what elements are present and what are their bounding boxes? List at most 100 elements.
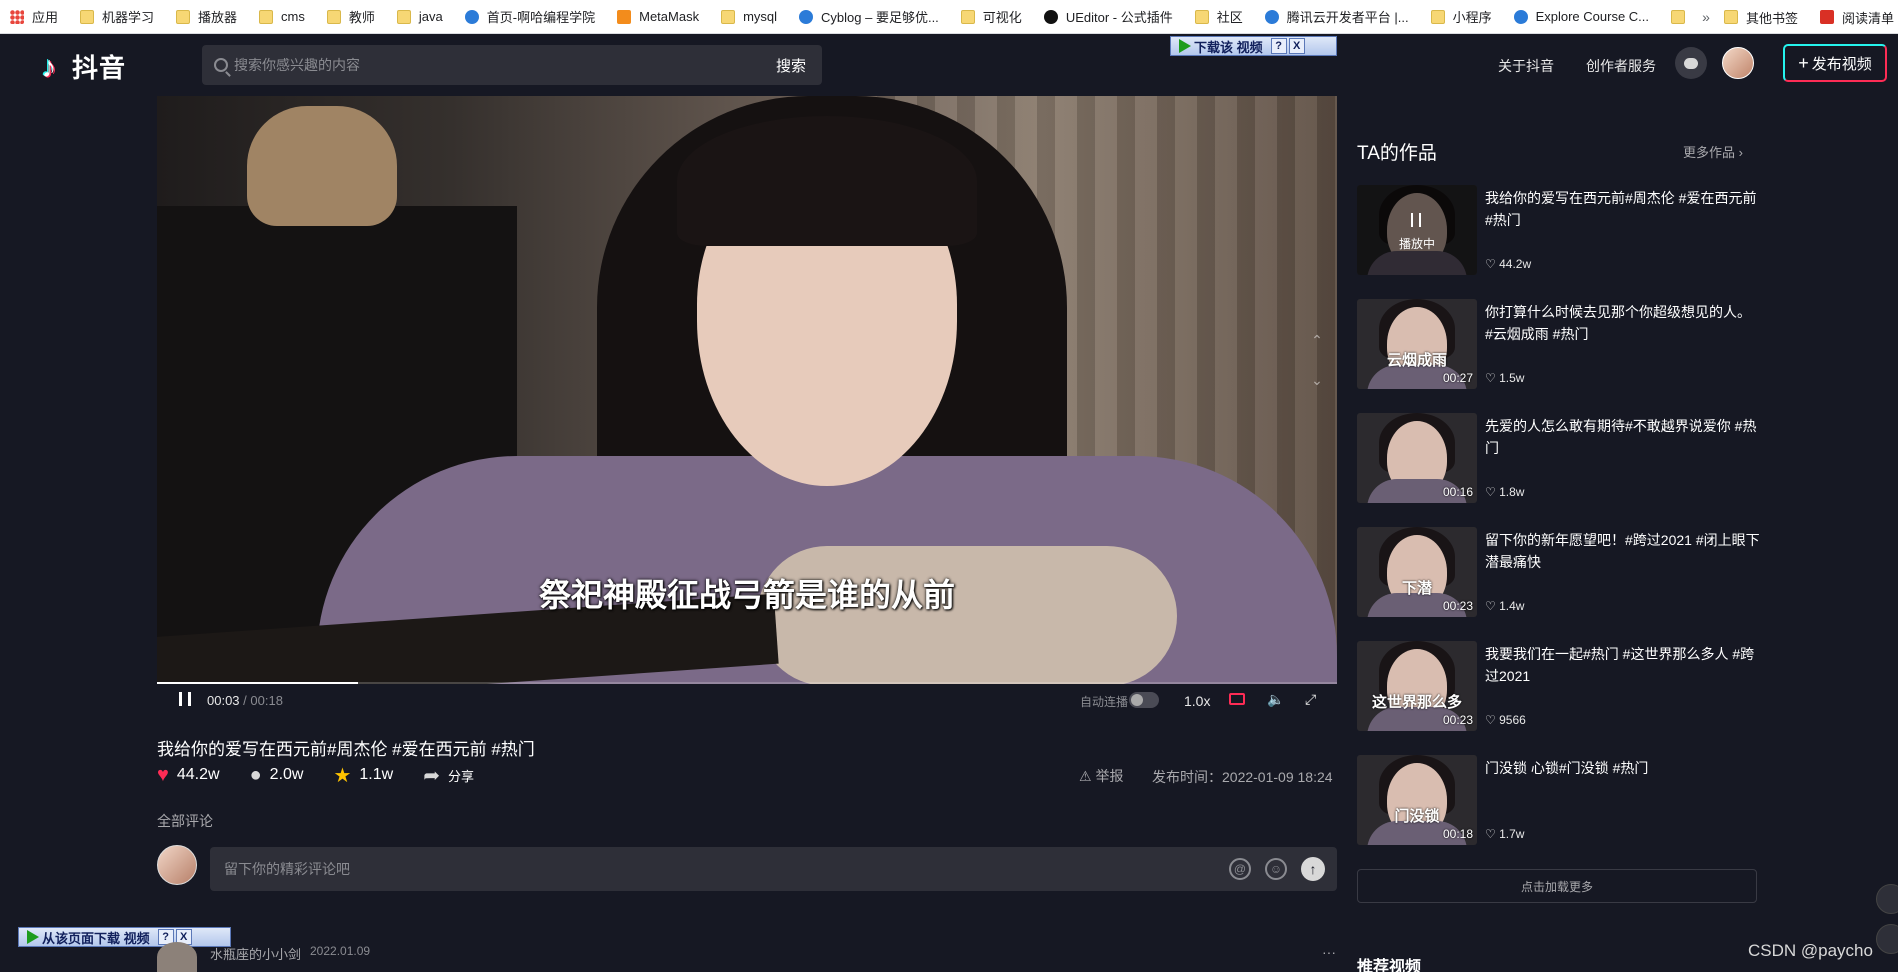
more-works-label: 更多作品 bbox=[1683, 145, 1736, 160]
bookmark-item[interactable]: 可视化 bbox=[960, 7, 1022, 26]
picture-in-picture-icon[interactable] bbox=[1229, 693, 1245, 705]
work-thumbnail[interactable]: 这世界那么多 00:23 bbox=[1357, 641, 1477, 731]
autoplay-toggle[interactable] bbox=[1129, 692, 1159, 708]
bookmark-item[interactable]: UEditor - 公式插件 bbox=[1043, 7, 1173, 26]
bookmarks-overflow-icon[interactable]: » bbox=[1702, 9, 1710, 25]
other-bookmarks-label: 其他书签 bbox=[1745, 10, 1798, 26]
report-button[interactable]: ⚠ 举报 bbox=[1079, 766, 1123, 786]
work-title[interactable]: 我要我们在一起#热门 #这世界那么多人 #跨过2021 bbox=[1485, 643, 1760, 687]
bookmark-item[interactable]: 社区 bbox=[1194, 7, 1243, 26]
playing-icon bbox=[1411, 213, 1421, 227]
video-duration: 00:27 bbox=[1442, 371, 1473, 385]
bookmark-item[interactable]: 小程序 bbox=[1430, 7, 1492, 26]
bookmark-item[interactable]: Cyblog – 要足够优... bbox=[799, 7, 939, 26]
emoji-icon[interactable]: ☺ bbox=[1265, 858, 1287, 880]
comment-more-icon[interactable]: ··· bbox=[1322, 944, 1336, 960]
prev-video-icon[interactable]: ⌃ bbox=[1307, 332, 1327, 352]
side-float-button[interactable] bbox=[1876, 884, 1898, 914]
work-item[interactable]: 这世界那么多 00:23 我要我们在一起#热门 #这世界那么多人 #跨过2021 ♡ … bbox=[1357, 641, 1757, 755]
bookmark-item[interactable]: java bbox=[396, 9, 443, 24]
video-player[interactable]: 祭祀神殿征战弓箭是谁的从前 ⌃ ⌄ bbox=[157, 96, 1337, 684]
work-item[interactable]: 播放中 我给你的爱写在西元前#周杰伦 #爱在西元前 #热门 ♡ 44.2w bbox=[1357, 185, 1757, 299]
comment-input[interactable] bbox=[224, 861, 1229, 877]
work-item[interactable]: 云烟成雨 00:27 你打算什么时候去见那个你超级想见的人。 #云烟成雨 #热门 ♡ … bbox=[1357, 299, 1757, 413]
video-duration: 00:23 bbox=[1442, 599, 1473, 613]
mention-icon[interactable]: @ bbox=[1229, 858, 1251, 880]
bookmark-label: 播放器 bbox=[198, 10, 238, 25]
bookmark-item[interactable]: 应用 bbox=[10, 7, 58, 26]
about-link[interactable]: 关于抖音 bbox=[1498, 56, 1554, 76]
search-button[interactable]: 搜索 bbox=[776, 55, 806, 76]
play-icon bbox=[27, 930, 39, 944]
now-playing-overlay: 播放中 bbox=[1357, 185, 1477, 275]
more-works-link[interactable]: 更多作品 › bbox=[1683, 142, 1743, 161]
bookmark-item[interactable]: cms bbox=[259, 9, 305, 24]
play-icon bbox=[1179, 39, 1191, 53]
download-video-bar[interactable]: 下载该 视频 ? X bbox=[1170, 36, 1337, 56]
bookmark-label: 首页-啊哈编程学院 bbox=[486, 10, 596, 25]
share-button[interactable]: ➦ 分享 bbox=[423, 763, 474, 788]
creator-services-link[interactable]: 创作者服务 bbox=[1586, 56, 1656, 76]
bookmark-label: 机器学习 bbox=[102, 10, 155, 25]
work-item[interactable]: 门没锁 00:18 门没锁 心锁#门没锁 #热门 ♡ 1.7w bbox=[1357, 755, 1757, 869]
work-item[interactable]: 下潜 00:23 留下你的新年愿望吧！#跨过2021 #闭上眼下潜最痛快 ♡ 1.4w bbox=[1357, 527, 1760, 641]
message-button[interactable] bbox=[1675, 47, 1707, 79]
bookmark-label: 教师 bbox=[348, 10, 375, 25]
send-comment-icon[interactable]: ↑ bbox=[1301, 857, 1325, 881]
bookmark-label: cms bbox=[281, 9, 305, 24]
bookmark-item[interactable]: 播放器 bbox=[176, 7, 237, 26]
site-icon bbox=[1513, 9, 1528, 24]
bookmark-item[interactable]: MetaMask bbox=[617, 9, 699, 24]
download-page-video-bar[interactable]: 从该页面下载 视频 ? X bbox=[18, 927, 231, 947]
work-likes: ♡ 1.8w bbox=[1485, 485, 1524, 499]
bookmark-item[interactable]: 腾讯云开发者平台 |... bbox=[1264, 7, 1409, 26]
work-title[interactable]: 你打算什么时候去见那个你超级想见的人。 #云烟成雨 #热门 bbox=[1485, 301, 1760, 345]
now-playing-label: 播放中 bbox=[1398, 237, 1435, 251]
site-icon bbox=[799, 9, 814, 24]
volume-icon[interactable]: 🔈 bbox=[1267, 691, 1284, 708]
work-thumbnail[interactable]: 播放中 bbox=[1357, 185, 1477, 275]
work-thumbnail[interactable]: 00:16 bbox=[1357, 413, 1477, 503]
commenter-avatar[interactable] bbox=[157, 942, 197, 972]
fullscreen-icon[interactable]: ⤢ bbox=[1305, 691, 1316, 708]
author-works-list: 播放中 我给你的爱写在西元前#周杰伦 #爱在西元前 #热门 ♡ 44.2w 云烟成雨 0… bbox=[1357, 185, 1760, 869]
side-float-button[interactable] bbox=[1876, 924, 1898, 954]
publish-video-button[interactable]: + 发布视频 bbox=[1783, 44, 1887, 82]
bookmark-item[interactable]: mysql bbox=[721, 9, 777, 24]
next-video-icon[interactable]: ⌄ bbox=[1307, 372, 1327, 392]
work-thumbnail[interactable]: 云烟成雨 00:27 bbox=[1357, 299, 1477, 389]
close-button[interactable]: X bbox=[1288, 38, 1305, 54]
like-button[interactable]: ♥ 44.2w bbox=[157, 764, 220, 787]
user-avatar[interactable] bbox=[1722, 47, 1754, 79]
message-icon bbox=[1684, 57, 1698, 69]
folder-icon bbox=[1430, 9, 1445, 24]
bookmark-item[interactable]: Explore Course C... bbox=[1513, 9, 1649, 24]
favorite-button[interactable]: ★ 1.1w bbox=[333, 763, 393, 788]
douyin-logo[interactable]: ♪ ♪ ♪ 抖音 bbox=[40, 48, 126, 85]
work-title[interactable]: 我给你的爱写在西元前#周杰伦 #爱在西元前 #热门 bbox=[1485, 187, 1760, 231]
work-item[interactable]: 00:16 先爱的人怎么敢有期待#不敢越界说爱你 #热门 ♡ 1.8w bbox=[1357, 413, 1757, 527]
heart-icon: ♥ bbox=[157, 763, 169, 786]
help-button[interactable]: ? bbox=[1270, 38, 1287, 54]
pause-icon[interactable] bbox=[179, 692, 191, 706]
playback-speed[interactable]: 1.0x bbox=[1184, 693, 1210, 709]
reading-list[interactable]: 阅读清单 bbox=[1819, 8, 1894, 27]
other-bookmarks[interactable]: 其他书签 bbox=[1723, 8, 1798, 27]
bookmark-item[interactable]: 首页-啊哈编程学院 bbox=[464, 7, 596, 26]
work-title[interactable]: 留下你的新年愿望吧！#跨过2021 #闭上眼下潜最痛快 bbox=[1485, 529, 1760, 573]
heart-outline-icon: ♡ bbox=[1485, 827, 1500, 841]
watermark: CSDN @paycho bbox=[1748, 941, 1873, 960]
search-input[interactable] bbox=[234, 57, 776, 73]
work-thumbnail[interactable]: 门没锁 00:18 bbox=[1357, 755, 1477, 845]
work-thumbnail[interactable]: 下潜 00:23 bbox=[1357, 527, 1477, 617]
load-more-button[interactable]: 点击加载更多 bbox=[1357, 869, 1757, 903]
comment-button[interactable]: ● 2.0w bbox=[250, 764, 304, 787]
heart-outline-icon: ♡ bbox=[1485, 371, 1500, 385]
work-title[interactable]: 门没锁 心锁#门没锁 #热门 bbox=[1485, 757, 1760, 779]
work-title[interactable]: 先爱的人怎么敢有期待#不敢越界说爱你 #热门 bbox=[1485, 415, 1760, 459]
bookmark-item[interactable]: 教师 bbox=[326, 7, 375, 26]
bookmark-item[interactable]: 机器学习 bbox=[80, 7, 154, 26]
commenter-name[interactable]: 水瓶座的小小剑 bbox=[210, 944, 301, 963]
folder-icon bbox=[176, 9, 191, 24]
logo-text: 抖音 bbox=[72, 53, 127, 83]
